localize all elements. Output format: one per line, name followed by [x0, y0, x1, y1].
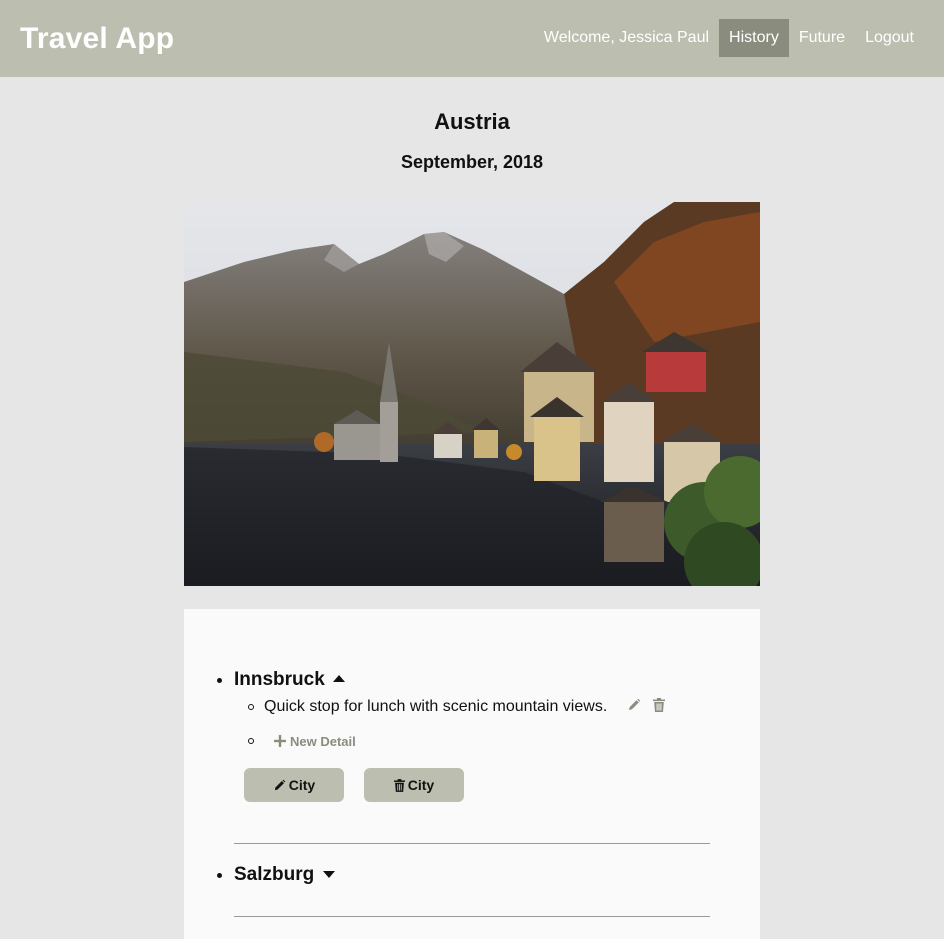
divider [234, 843, 710, 844]
list-bullet [217, 678, 222, 683]
detail-text: Quick stop for lunch with scenic mountai… [264, 698, 608, 715]
trash-icon [393, 778, 405, 792]
nav-logout-link[interactable]: Logout [855, 19, 924, 57]
nav-history-link[interactable]: History [719, 19, 789, 57]
new-detail-item: New Detail [248, 729, 356, 753]
trip-photo-illustration [184, 202, 760, 586]
navbar: Travel App Welcome, Jessica Paul History… [0, 0, 944, 77]
city-detail-item: Quick stop for lunch with scenic mountai… [248, 695, 666, 719]
nav-future-link[interactable]: Future [789, 19, 855, 57]
welcome-message: Welcome, Jessica Paul [543, 29, 710, 46]
list-bullet [217, 873, 222, 878]
city-item-salzburg: Salzburg [217, 863, 710, 887]
pencil-icon [274, 779, 286, 790]
divider [234, 916, 710, 917]
pencil-icon[interactable] [627, 698, 641, 717]
trip-country-title: Austria [434, 109, 510, 134]
city-item-innsbruck: Innsbruck [217, 668, 710, 692]
city-name: Salzburg [234, 864, 315, 885]
delete-city-button[interactable]: City [364, 768, 464, 802]
brand-logo[interactable]: Travel App [20, 20, 174, 58]
list-circle [248, 704, 254, 710]
edit-city-label: City [288, 777, 316, 793]
new-detail-button[interactable]: New Detail [274, 734, 356, 749]
edit-city-button[interactable]: City [244, 768, 344, 802]
trip-photo [184, 202, 760, 586]
trip-date: September, 2018 [400, 152, 544, 172]
caret-up-icon[interactable] [333, 675, 346, 683]
city-name: Innsbruck [234, 669, 325, 690]
plus-icon [274, 735, 286, 747]
list-circle [248, 738, 254, 744]
nav-links: Welcome, Jessica Paul History Future Log… [534, 19, 924, 57]
caret-down-icon[interactable] [322, 871, 335, 879]
delete-city-label: City [407, 777, 435, 793]
trash-icon[interactable] [653, 697, 666, 717]
new-detail-label: New Detail [290, 733, 356, 749]
cities-card: Innsbruck Quick stop for lunch with scen… [184, 609, 760, 939]
